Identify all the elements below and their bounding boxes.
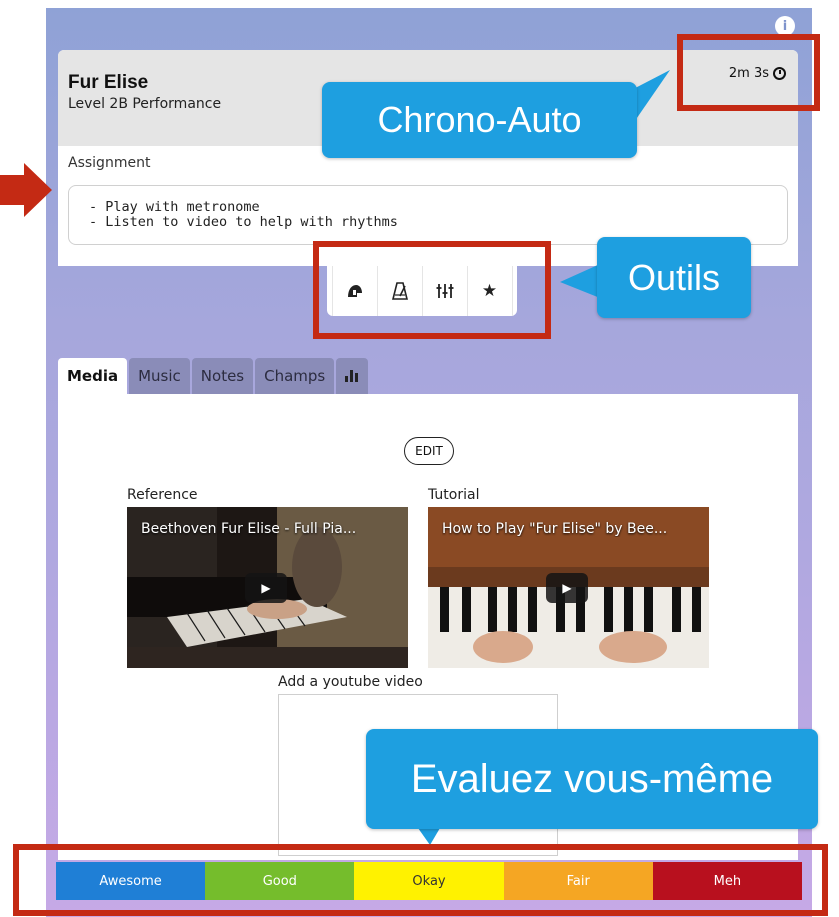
timer-highlight — [677, 34, 820, 111]
tab-stats[interactable] — [336, 358, 369, 394]
assignment-text: - Play with metronome - Listen to video … — [89, 199, 398, 230]
reference-video[interactable]: Beethoven Fur Elise - Full Pia... ▶ — [127, 507, 408, 668]
info-icon[interactable]: i — [775, 16, 795, 36]
arrow-icon — [0, 163, 52, 217]
tutorial-video-title: How to Play "Fur Elise" by Bee... — [442, 521, 668, 537]
rating-highlight — [13, 844, 828, 916]
piece-title: Fur Elise — [68, 72, 149, 93]
play-icon[interactable]: ▶ — [546, 573, 588, 603]
add-video-label: Add a youtube video — [278, 674, 423, 690]
play-icon[interactable]: ▶ — [245, 573, 287, 603]
tab-music[interactable]: Music — [129, 358, 190, 394]
tab-media[interactable]: Media — [58, 358, 128, 394]
bar-chart-icon — [345, 370, 359, 382]
chrono-callout: Chrono-Auto — [322, 82, 637, 158]
tools-highlight — [313, 241, 551, 339]
tutorial-video[interactable]: How to Play "Fur Elise" by Bee... ▶ — [428, 507, 709, 668]
assignment-box: - Play with metronome - Listen to video … — [68, 185, 788, 245]
tutorial-label: Tutorial — [428, 487, 480, 503]
outils-callout: Outils — [597, 237, 751, 318]
assignment-label: Assignment — [68, 155, 151, 171]
tab-notes[interactable]: Notes — [191, 358, 254, 394]
evaluez-callout: Evaluez vous-même — [366, 729, 818, 829]
edit-button[interactable]: EDIT — [404, 437, 454, 465]
piece-level: Level 2B Performance — [68, 96, 222, 112]
reference-label: Reference — [127, 487, 198, 503]
tab-champs[interactable]: Champs — [255, 358, 335, 394]
media-tabs: Media Music Notes Champs — [58, 358, 369, 394]
reference-video-title: Beethoven Fur Elise - Full Pia... — [141, 521, 357, 537]
